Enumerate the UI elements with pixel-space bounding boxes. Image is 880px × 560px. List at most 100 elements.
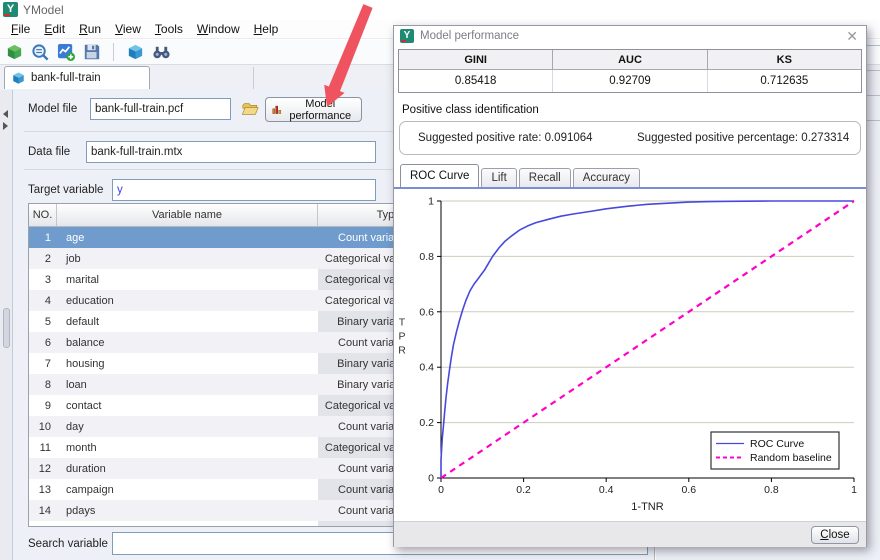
cell-name: housing bbox=[57, 353, 318, 374]
dialog-close-icon[interactable]: ✕ bbox=[846, 28, 858, 45]
menu-item-run[interactable]: Run bbox=[72, 22, 108, 36]
cell-no: 10 bbox=[29, 416, 57, 437]
data-file-input[interactable]: bank-full-train.mtx bbox=[86, 141, 376, 163]
right-panel-edge bbox=[867, 70, 880, 71]
left-splitter[interactable] bbox=[0, 90, 13, 560]
open-folder-button[interactable] bbox=[240, 99, 260, 119]
roc-chart-panel: 00.20.40.60.8100.20.40.60.811-TNRTPRROC … bbox=[394, 189, 866, 521]
svg-text:P: P bbox=[398, 331, 405, 343]
col-header-variable-name[interactable]: Variable name bbox=[57, 204, 318, 226]
table-row[interactable]: 3maritalCategorical variable bbox=[29, 269, 400, 290]
dialog-footer: Close bbox=[394, 521, 866, 547]
performance-tabs: ROC CurveLiftRecallAccuracy bbox=[400, 164, 640, 187]
table-row[interactable]: 15previousCount variable bbox=[29, 521, 400, 527]
cell-name: balance bbox=[57, 332, 318, 353]
menu-item-window[interactable]: Window bbox=[190, 22, 247, 36]
svg-text:1: 1 bbox=[428, 196, 434, 208]
tab-recall[interactable]: Recall bbox=[519, 168, 571, 187]
menu-item-edit[interactable]: Edit bbox=[37, 22, 72, 36]
folder-icon bbox=[241, 100, 259, 118]
table-row[interactable]: 7housingBinary variable bbox=[29, 353, 400, 374]
right-panel-edge bbox=[867, 120, 880, 121]
svg-text:0.2: 0.2 bbox=[419, 417, 434, 429]
menu-item-tools[interactable]: Tools bbox=[148, 22, 190, 36]
cell-no: 4 bbox=[29, 290, 57, 311]
col-header-no[interactable]: NO. bbox=[29, 204, 57, 226]
tab-lift[interactable]: Lift bbox=[481, 168, 516, 187]
cell-no: 2 bbox=[29, 248, 57, 269]
table-row[interactable]: 14pdaysCount variable bbox=[29, 500, 400, 521]
target-variable-label: Target variable bbox=[28, 184, 103, 196]
app-logo-icon: Y bbox=[3, 2, 18, 17]
splitter-handle[interactable] bbox=[3, 308, 10, 348]
model-performance-label: Model performance bbox=[286, 98, 355, 122]
metric-value-ks: 0.712635 bbox=[708, 70, 861, 92]
suggested-percentage-text: Suggested positive percentage: 0.273314 bbox=[637, 132, 849, 144]
blue-cube-icon[interactable] bbox=[124, 41, 146, 63]
table-row[interactable]: 13campaignCount variable bbox=[29, 479, 400, 500]
cell-type: Count variable bbox=[318, 416, 400, 437]
svg-text:0.6: 0.6 bbox=[419, 306, 434, 318]
tab-roc-curve[interactable]: ROC Curve bbox=[400, 164, 479, 187]
positive-class-label: Positive class identification bbox=[402, 104, 539, 116]
cell-type: Categorical variable bbox=[318, 395, 400, 416]
svg-text:ROC Curve: ROC Curve bbox=[750, 438, 804, 450]
menu-item-file[interactable]: File bbox=[4, 22, 37, 36]
cell-type: Count variable bbox=[318, 479, 400, 500]
model-file-input[interactable]: bank-full-train.pcf bbox=[90, 98, 231, 120]
table-row[interactable]: 11monthCategorical variable bbox=[29, 437, 400, 458]
data-file-value: bank-full-train.mtx bbox=[91, 146, 182, 158]
cell-type: Count variable bbox=[318, 521, 400, 527]
table-row[interactable]: 4educationCategorical variable bbox=[29, 290, 400, 311]
data-file-label: Data file bbox=[28, 146, 70, 158]
data-magnifier-icon[interactable] bbox=[29, 41, 51, 63]
cell-no: 3 bbox=[29, 269, 57, 290]
table-row[interactable]: 10dayCount variable bbox=[29, 416, 400, 437]
expand-right-icon[interactable] bbox=[3, 122, 8, 130]
cell-name: previous bbox=[57, 521, 318, 527]
table-row[interactable]: 8loanBinary variable bbox=[29, 374, 400, 395]
new-model-chart-icon[interactable] bbox=[55, 41, 77, 63]
cell-type: Binary variable bbox=[318, 353, 400, 374]
svg-text:Random baseline: Random baseline bbox=[750, 452, 832, 464]
table-row[interactable]: 5defaultBinary variable bbox=[29, 311, 400, 332]
menu-item-help[interactable]: Help bbox=[247, 22, 286, 36]
svg-text:1-TNR: 1-TNR bbox=[631, 501, 663, 513]
col-header-type[interactable]: Type bbox=[318, 204, 400, 226]
table-row[interactable]: 6balanceCount variable bbox=[29, 332, 400, 353]
dialog-title: Model performance bbox=[420, 30, 519, 42]
cell-name: default bbox=[57, 311, 318, 332]
target-variable-input[interactable]: y bbox=[112, 179, 376, 201]
collapse-left-icon[interactable] bbox=[3, 110, 8, 118]
tabstrip-divider bbox=[253, 67, 254, 89]
save-icon[interactable] bbox=[81, 41, 103, 63]
cell-name: education bbox=[57, 290, 318, 311]
cell-name: age bbox=[57, 227, 318, 248]
close-button[interactable]: Close bbox=[811, 526, 859, 544]
cell-type: Binary variable bbox=[318, 311, 400, 332]
binoculars-icon[interactable] bbox=[150, 41, 172, 63]
tab-accuracy[interactable]: Accuracy bbox=[573, 168, 640, 187]
tab-label: bank-full-train bbox=[31, 72, 101, 84]
table-row[interactable]: 1ageCount variable bbox=[29, 227, 400, 248]
cell-name: marital bbox=[57, 269, 318, 290]
cell-name: day bbox=[57, 416, 318, 437]
menu-item-view[interactable]: View bbox=[108, 22, 148, 36]
table-row[interactable]: 2jobCategorical variable bbox=[29, 248, 400, 269]
model-performance-button[interactable]: Model performance bbox=[265, 97, 362, 122]
table-row[interactable]: 12durationCount variable bbox=[29, 458, 400, 479]
cell-type: Binary variable bbox=[318, 374, 400, 395]
svg-text:0.8: 0.8 bbox=[764, 484, 779, 496]
green-cube-icon[interactable] bbox=[3, 41, 25, 63]
cell-no: 8 bbox=[29, 374, 57, 395]
table-row[interactable]: 9contactCategorical variable bbox=[29, 395, 400, 416]
cell-no: 9 bbox=[29, 395, 57, 416]
metric-value-gini: 0.85418 bbox=[399, 70, 553, 92]
cell-type: Count variable bbox=[318, 458, 400, 479]
cell-type: Count variable bbox=[318, 332, 400, 353]
positive-class-groupbox: Suggested positive rate: 0.091064 Sugges… bbox=[399, 121, 861, 155]
tab-bank-full-train[interactable]: bank-full-train bbox=[4, 66, 150, 89]
cell-type: Categorical variable bbox=[318, 290, 400, 311]
cell-name: loan bbox=[57, 374, 318, 395]
svg-text:T: T bbox=[399, 317, 406, 329]
